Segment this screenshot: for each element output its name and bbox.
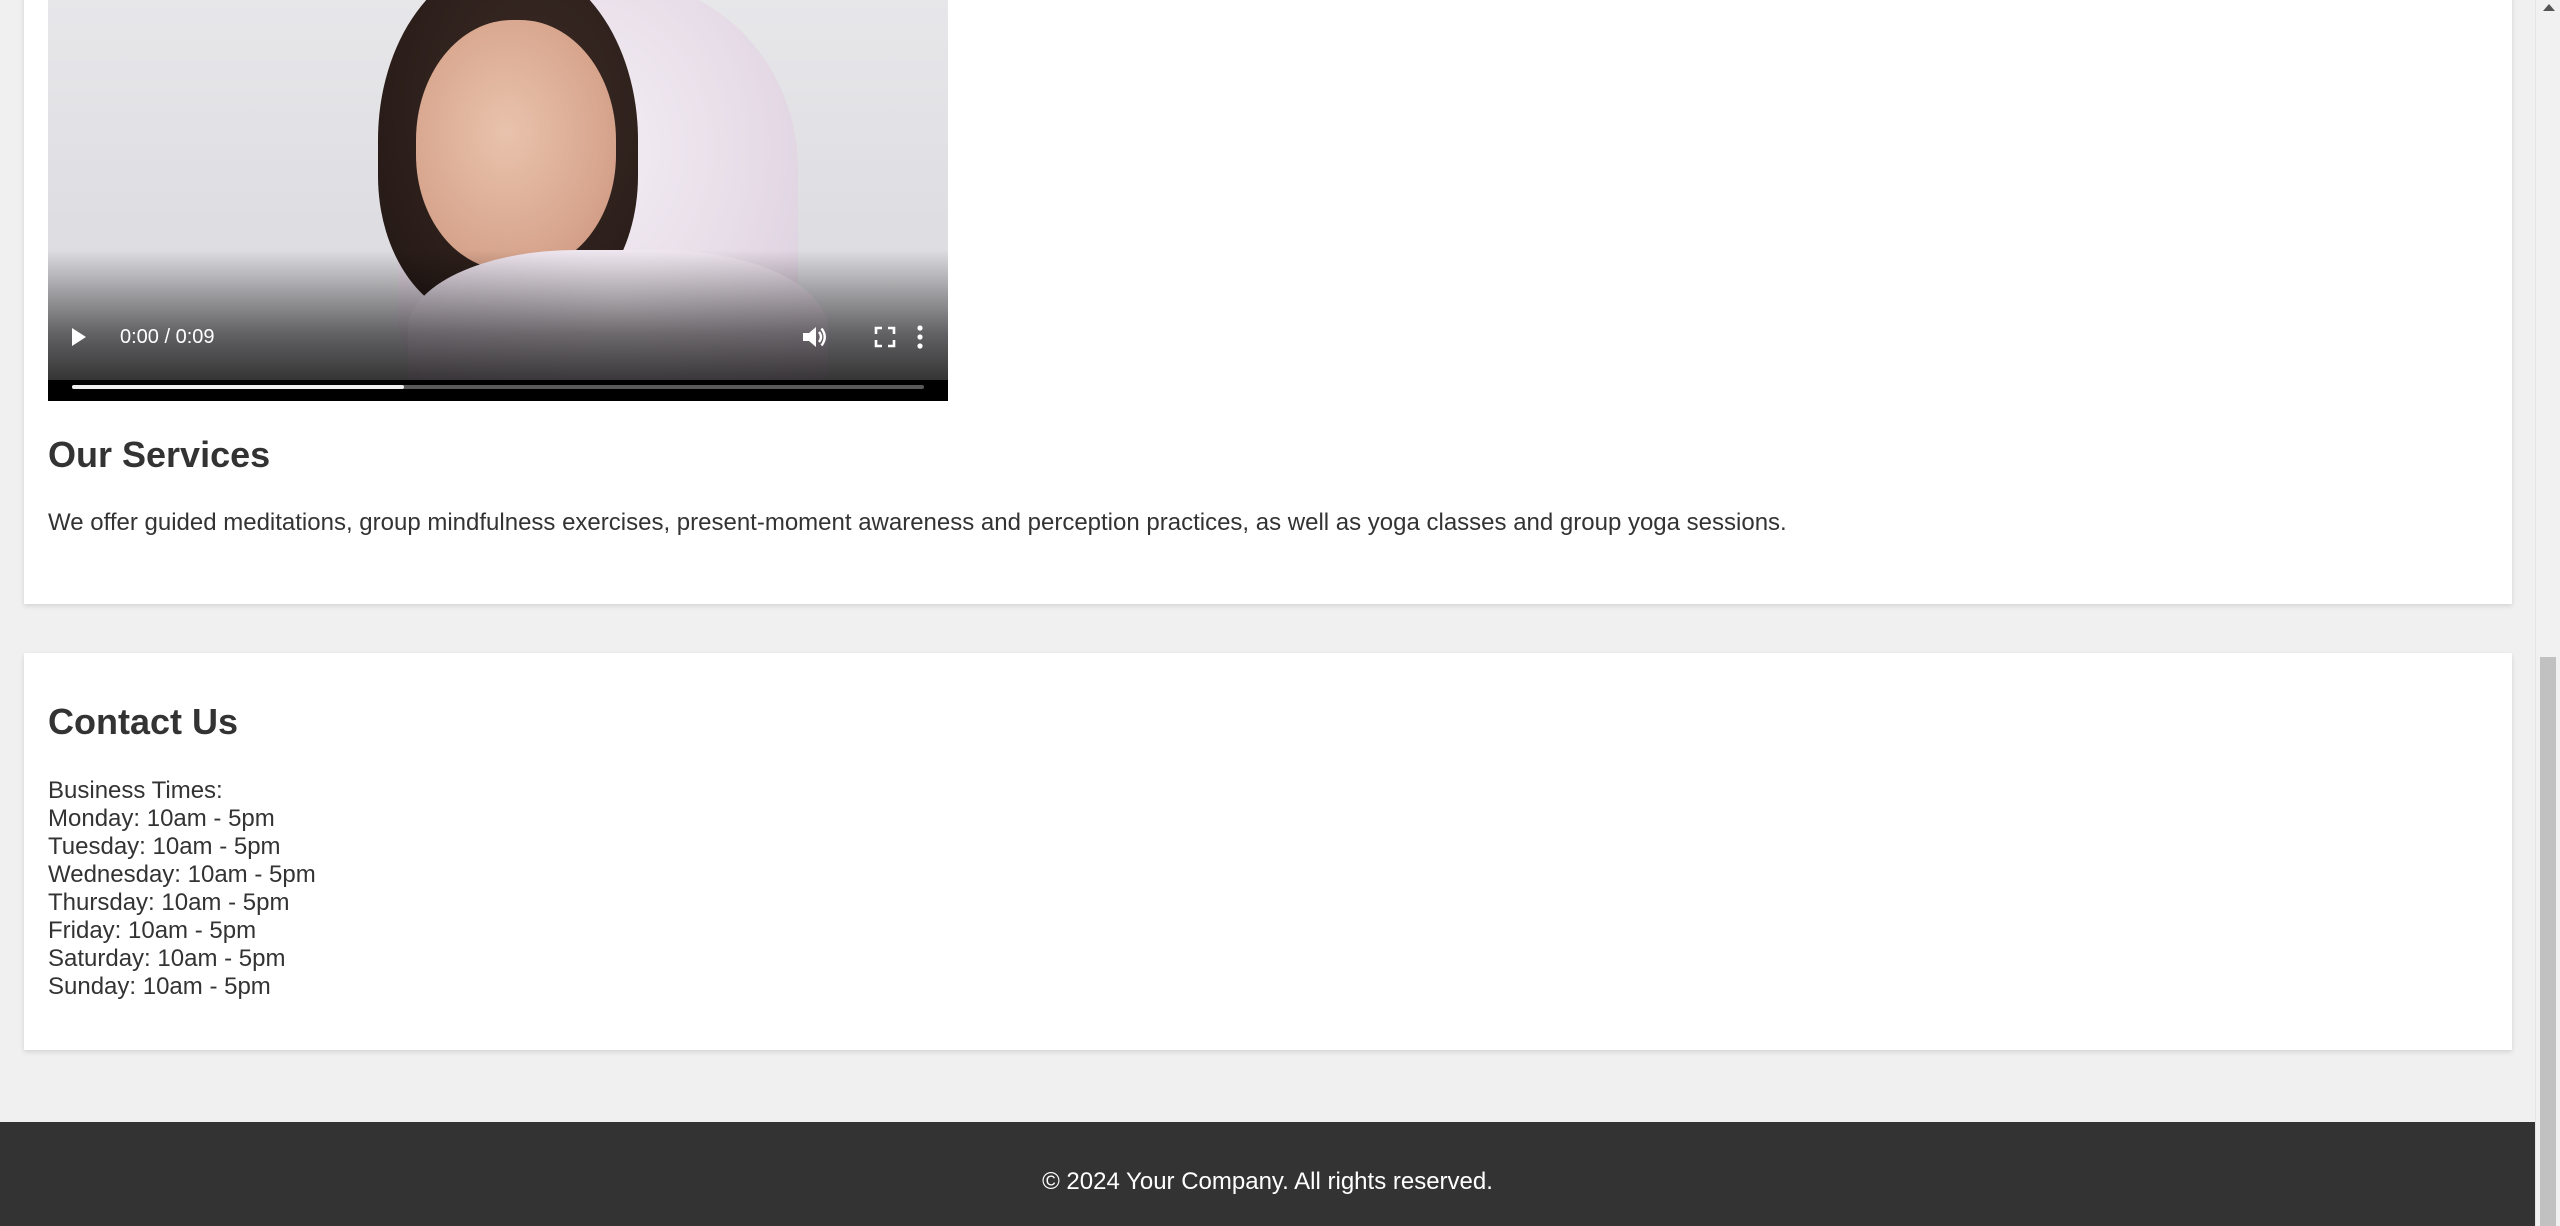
business-hours: Business Times: Monday: 10am - 5pm Tuesd… — [48, 777, 316, 1001]
more-options-icon[interactable] — [914, 322, 926, 352]
footer-copyright: © 2024 Your Company. All rights reserved… — [1042, 1168, 1493, 1195]
video-subject-face — [416, 20, 616, 270]
hours-wednesday: Wednesday: 10am - 5pm — [48, 861, 316, 888]
contact-card: Contact Us Business Times: Monday: 10am … — [24, 653, 2512, 1050]
hours-thursday: Thursday: 10am - 5pm — [48, 889, 290, 916]
hours-monday: Monday: 10am - 5pm — [48, 805, 275, 832]
video-progress-bar[interactable] — [72, 385, 924, 389]
hours-friday: Friday: 10am - 5pm — [48, 917, 257, 944]
vertical-scrollbar[interactable] — [2535, 0, 2560, 1226]
footer: © 2024 Your Company. All rights reserved… — [0, 1122, 2535, 1226]
services-description: We offer guided meditations, group mindf… — [48, 509, 1787, 536]
play-icon[interactable] — [72, 328, 86, 346]
video-player[interactable]: 0:00 / 0:09 — [48, 0, 948, 401]
hours-sunday: Sunday: 10am - 5pm — [48, 973, 271, 1000]
fullscreen-icon[interactable] — [874, 326, 896, 348]
video-time-display: 0:00 / 0:09 — [120, 326, 215, 348]
hours-tuesday: Tuesday: 10am - 5pm — [48, 833, 281, 860]
contact-heading: Contact Us — [48, 701, 239, 742]
video-progress-fill — [72, 385, 405, 389]
hours-saturday: Saturday: 10am - 5pm — [48, 945, 286, 972]
scroll-up-arrow-icon[interactable] — [2543, 4, 2555, 11]
page: 0:00 / 0:09 Our Services We offer guided… — [0, 0, 2535, 1226]
volume-icon[interactable] — [800, 324, 828, 350]
services-card: 0:00 / 0:09 Our Services We offer guided… — [24, 0, 2512, 604]
business-times-label: Business Times: — [48, 777, 223, 804]
services-heading: Our Services — [48, 434, 271, 475]
video-controls: 0:00 / 0:09 — [48, 316, 948, 356]
scrollbar-thumb[interactable] — [2540, 657, 2556, 1226]
